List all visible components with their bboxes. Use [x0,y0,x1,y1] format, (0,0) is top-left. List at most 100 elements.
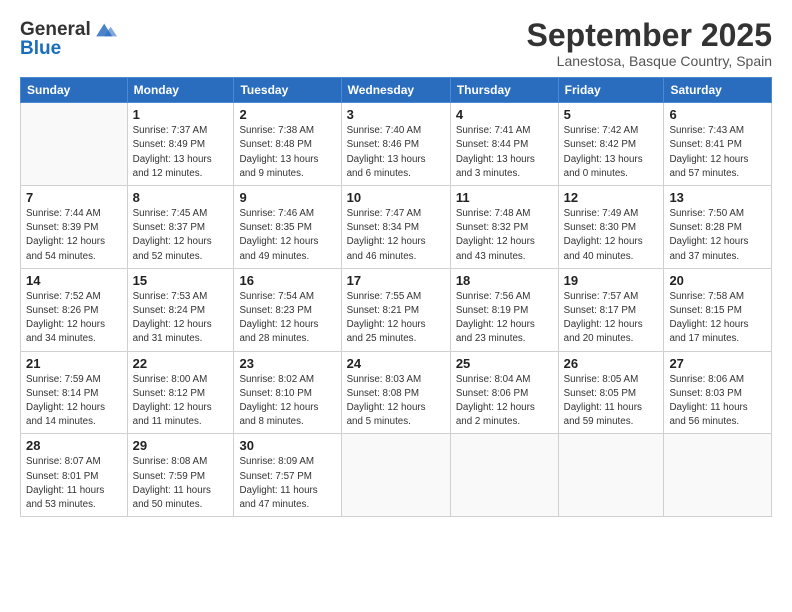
day-info: Sunrise: 8:02 AMSunset: 8:10 PMDaylight:… [239,373,335,430]
logo-icon [93,18,117,42]
weekday-header-sunday: Sunday [21,78,128,103]
day-info: Sunrise: 8:03 AMSunset: 8:08 PMDaylight:… [347,373,445,430]
day-number: 21 [26,356,122,371]
day-info: Sunrise: 7:58 AMSunset: 8:15 PMDaylight:… [669,290,766,347]
day-info: Sunrise: 7:37 AMSunset: 8:49 PMDaylight:… [133,124,229,181]
day-info: Sunrise: 8:05 AMSunset: 8:05 PMDaylight:… [564,373,659,430]
day-info: Sunrise: 8:07 AMSunset: 8:01 PMDaylight:… [26,455,122,512]
calendar-cell: 2 Sunrise: 7:38 AMSunset: 8:48 PMDaylight… [234,103,341,186]
day-info: Sunrise: 7:42 AMSunset: 8:42 PMDaylight:… [564,124,659,181]
logo: General Blue [20,18,117,60]
day-number: 1 [133,107,229,122]
week-row-5: 28 Sunrise: 8:07 AMSunset: 8:01 PMDayligh… [21,434,772,517]
calendar-cell: 10 Sunrise: 7:47 AMSunset: 8:34 PMDayligh… [341,186,450,269]
day-info: Sunrise: 7:55 AMSunset: 8:21 PMDaylight:… [347,290,445,347]
calendar-cell: 9Sunrise: 7:46 AMSunset: 8:35 PMDaylight… [234,186,341,269]
day-number: 17 [347,273,445,288]
calendar-cell: 30Sunrise: 8:09 AMSunset: 7:57 PMDayligh… [234,434,341,517]
calendar-cell: 28 Sunrise: 8:07 AMSunset: 8:01 PMDayligh… [21,434,128,517]
day-number: 9 [239,190,335,205]
day-info: Sunrise: 7:38 AMSunset: 8:48 PMDaylight:… [239,124,335,181]
day-number: 12 [564,190,659,205]
calendar-cell: 6 Sunrise: 7:43 AMSunset: 8:41 PMDaylight… [664,103,772,186]
week-row-4: 21 Sunrise: 7:59 AMSunset: 8:14 PMDayligh… [21,351,772,434]
day-number: 11 [456,190,553,205]
day-number: 7 [26,190,122,205]
calendar-cell [558,434,664,517]
calendar-cell [341,434,450,517]
calendar-cell [450,434,558,517]
day-number: 16 [239,273,335,288]
page: General Blue September 2025 Lanestosa, B… [0,0,792,612]
day-info: Sunrise: 8:04 AMSunset: 8:06 PMDaylight:… [456,373,553,430]
day-number: 24 [347,356,445,371]
day-number: 6 [669,107,766,122]
calendar-cell: 15 Sunrise: 7:53 AMSunset: 8:24 PMDayligh… [127,268,234,351]
weekday-header-monday: Monday [127,78,234,103]
calendar-cell: 18 Sunrise: 7:56 AMSunset: 8:19 PMDayligh… [450,268,558,351]
day-info: Sunrise: 8:06 AMSunset: 8:03 PMDaylight:… [669,373,766,430]
day-info: Sunrise: 7:48 AMSunset: 8:32 PMDaylight:… [456,207,553,264]
calendar-table: SundayMondayTuesdayWednesdayThursdayFrid… [20,77,772,517]
day-number: 30 [239,438,335,453]
day-number: 2 [239,107,335,122]
day-number: 25 [456,356,553,371]
day-number: 10 [347,190,445,205]
day-info: Sunrise: 8:00 AMSunset: 8:12 PMDaylight:… [133,373,229,430]
week-row-2: 7Sunrise: 7:44 AMSunset: 8:39 PMDaylight… [21,186,772,269]
calendar-cell: 17 Sunrise: 7:55 AMSunset: 8:21 PMDayligh… [341,268,450,351]
weekday-header-thursday: Thursday [450,78,558,103]
weekday-header-friday: Friday [558,78,664,103]
calendar-cell: 29Sunrise: 8:08 AMSunset: 7:59 PMDayligh… [127,434,234,517]
day-info: Sunrise: 7:40 AMSunset: 8:46 PMDaylight:… [347,124,445,181]
calendar-cell: 7Sunrise: 7:44 AMSunset: 8:39 PMDaylight… [21,186,128,269]
calendar-cell: 24 Sunrise: 8:03 AMSunset: 8:08 PMDayligh… [341,351,450,434]
day-number: 5 [564,107,659,122]
day-info: Sunrise: 7:53 AMSunset: 8:24 PMDaylight:… [133,290,229,347]
calendar-cell: 20 Sunrise: 7:58 AMSunset: 8:15 PMDayligh… [664,268,772,351]
weekday-header-tuesday: Tuesday [234,78,341,103]
day-number: 15 [133,273,229,288]
calendar-cell: 19 Sunrise: 7:57 AMSunset: 8:17 PMDayligh… [558,268,664,351]
calendar-cell: 11 Sunrise: 7:48 AMSunset: 8:32 PMDayligh… [450,186,558,269]
day-number: 22 [133,356,229,371]
day-number: 19 [564,273,659,288]
month-title: September 2025 [527,18,772,53]
calendar-cell: 8 Sunrise: 7:45 AMSunset: 8:37 PMDaylight… [127,186,234,269]
day-info: Sunrise: 7:57 AMSunset: 8:17 PMDaylight:… [564,290,659,347]
day-number: 28 [26,438,122,453]
day-info: Sunrise: 7:59 AMSunset: 8:14 PMDaylight:… [26,373,122,430]
weekday-header-row: SundayMondayTuesdayWednesdayThursdayFrid… [21,78,772,103]
calendar-cell: 21 Sunrise: 7:59 AMSunset: 8:14 PMDayligh… [21,351,128,434]
weekday-header-wednesday: Wednesday [341,78,450,103]
day-number: 27 [669,356,766,371]
week-row-1: 1 Sunrise: 7:37 AMSunset: 8:49 PMDaylight… [21,103,772,186]
week-row-3: 14Sunrise: 7:52 AMSunset: 8:26 PMDayligh… [21,268,772,351]
day-info: Sunrise: 7:45 AMSunset: 8:37 PMDaylight:… [133,207,229,264]
weekday-header-saturday: Saturday [664,78,772,103]
day-info: Sunrise: 7:56 AMSunset: 8:19 PMDaylight:… [456,290,553,347]
day-info: Sunrise: 7:43 AMSunset: 8:41 PMDaylight:… [669,124,766,181]
calendar-cell: 3 Sunrise: 7:40 AMSunset: 8:46 PMDaylight… [341,103,450,186]
day-number: 18 [456,273,553,288]
day-info: Sunrise: 8:08 AMSunset: 7:59 PMDaylight:… [133,455,229,512]
day-number: 13 [669,190,766,205]
title-block: September 2025 Lanestosa, Basque Country… [527,18,772,69]
calendar-cell: 26Sunrise: 8:05 AMSunset: 8:05 PMDayligh… [558,351,664,434]
day-info: Sunrise: 7:54 AMSunset: 8:23 PMDaylight:… [239,290,335,347]
calendar-cell: 12Sunrise: 7:49 AMSunset: 8:30 PMDayligh… [558,186,664,269]
day-number: 20 [669,273,766,288]
calendar-cell: 23Sunrise: 8:02 AMSunset: 8:10 PMDayligh… [234,351,341,434]
day-number: 3 [347,107,445,122]
location: Lanestosa, Basque Country, Spain [527,53,772,69]
calendar-cell: 13 Sunrise: 7:50 AMSunset: 8:28 PMDayligh… [664,186,772,269]
calendar-cell: 25 Sunrise: 8:04 AMSunset: 8:06 PMDayligh… [450,351,558,434]
calendar-cell: 5 Sunrise: 7:42 AMSunset: 8:42 PMDaylight… [558,103,664,186]
day-info: Sunrise: 7:50 AMSunset: 8:28 PMDaylight:… [669,207,766,264]
calendar-cell: 16 Sunrise: 7:54 AMSunset: 8:23 PMDayligh… [234,268,341,351]
day-info: Sunrise: 7:52 AMSunset: 8:26 PMDaylight:… [26,290,122,347]
day-number: 8 [133,190,229,205]
calendar-cell [21,103,128,186]
header: General Blue September 2025 Lanestosa, B… [20,18,772,69]
day-info: Sunrise: 7:47 AMSunset: 8:34 PMDaylight:… [347,207,445,264]
